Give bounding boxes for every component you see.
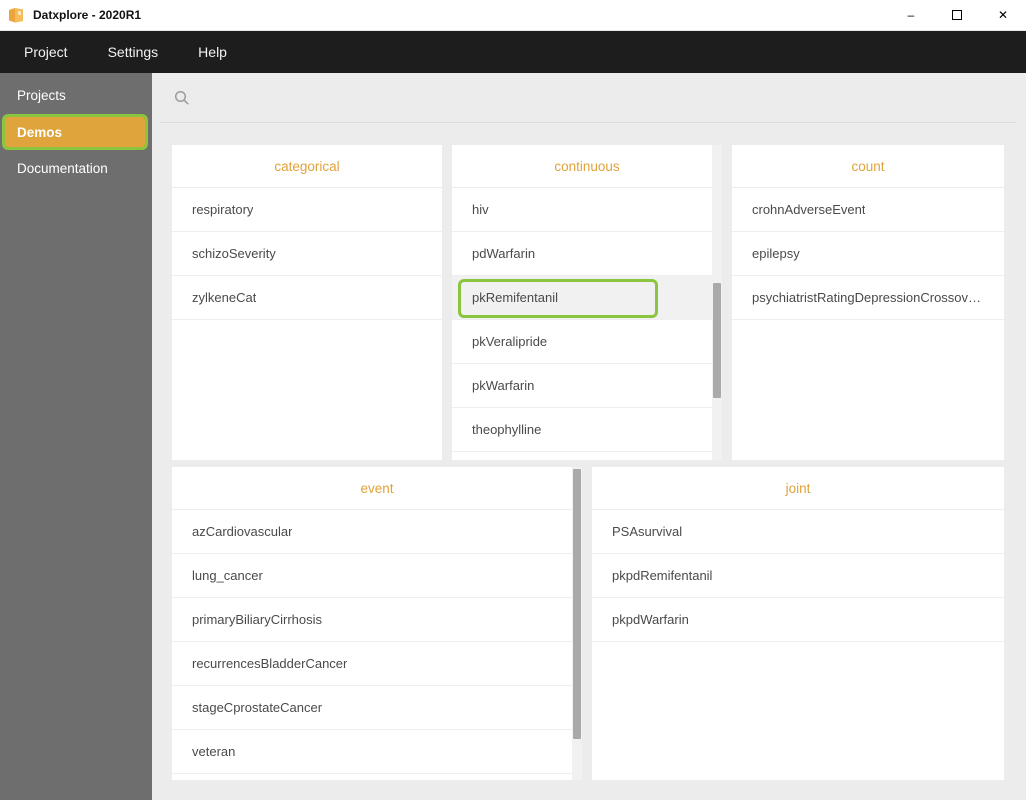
dataset-item[interactable]: veteran [172, 730, 582, 774]
panel-joint: joint PSAsurvival pkpdRemifentanil pkpdW… [592, 467, 1004, 780]
dataset-item[interactable]: epilepsy [732, 232, 1004, 276]
panel-event-title: event [172, 467, 582, 510]
dataset-item[interactable]: psychiatristRatingDepressionCrossover… [732, 276, 1004, 320]
sidebar: Projects Demos Documentation [0, 73, 152, 800]
dataset-item[interactable]: pkpdRemifentanil [592, 554, 1004, 598]
search-input[interactable] [200, 90, 800, 105]
dataset-item[interactable]: PSAsurvival [592, 510, 1004, 554]
panel-categorical-title: categorical [172, 145, 442, 188]
continuous-scrollbar[interactable] [712, 145, 722, 460]
menu-settings[interactable]: Settings [88, 31, 179, 73]
event-scrollbar[interactable] [572, 467, 582, 780]
panel-event: event azCardiovascular lung_cancer prima… [172, 467, 582, 780]
dataset-item[interactable]: respiratory [172, 188, 442, 232]
dataset-label: primaryBiliaryCirrhosis [192, 612, 322, 627]
dataset-item[interactable]: pdWarfarin [452, 232, 722, 276]
dataset-label: pkRemifentanil [472, 290, 558, 305]
dataset-item[interactable]: schizoSeverity [172, 232, 442, 276]
dataset-label: theophylline [472, 422, 541, 437]
panel-joint-title: joint [592, 467, 1004, 510]
dataset-item[interactable]: pkWarfarin [452, 364, 722, 408]
dataset-label: pkpdWarfarin [612, 612, 689, 627]
dataset-item[interactable]: recurrencesBladderCancer [172, 642, 582, 686]
dataset-item[interactable]: pkpdWarfarin [592, 598, 1004, 642]
maximize-button[interactable] [934, 0, 980, 30]
dataset-label: pkpdRemifentanil [612, 568, 712, 583]
maximize-icon [952, 10, 962, 20]
dataset-label: crohnAdverseEvent [752, 202, 865, 217]
main-content: categorical respiratory schizoSeverity z… [152, 73, 1026, 800]
dataset-label: pkVeralipride [472, 334, 547, 349]
dataset-label: recurrencesBladderCancer [192, 656, 347, 671]
dataset-label: azCardiovascular [192, 524, 292, 539]
dataset-label: zylkeneCat [192, 290, 256, 305]
dataset-label: psychiatristRatingDepressionCrossover… [752, 290, 984, 305]
panel-continuous-title: continuous [452, 145, 722, 188]
dataset-item[interactable]: pkVeralipride [452, 320, 722, 364]
dataset-label: PSAsurvival [612, 524, 682, 539]
dataset-label: respiratory [192, 202, 253, 217]
dataset-item[interactable]: lung_cancer [172, 554, 582, 598]
dataset-label: lung_cancer [192, 568, 263, 583]
menubar: Project Settings Help [0, 31, 1026, 73]
dataset-label: pkWarfarin [472, 378, 534, 393]
panel-count-title: count [732, 145, 1004, 188]
titlebar: Datxplore - 2020R1 – ✕ [0, 0, 1026, 31]
dataset-item-pkremifentanil[interactable]: pkRemifentanil [452, 276, 722, 320]
dataset-label: epilepsy [752, 246, 800, 261]
close-button[interactable]: ✕ [980, 0, 1026, 30]
dataset-label: stageCprostateCancer [192, 700, 322, 715]
dataset-item[interactable]: stageCprostateCancer [172, 686, 582, 730]
scrollbar-thumb[interactable] [573, 469, 581, 739]
dataset-item[interactable]: azCardiovascular [172, 510, 582, 554]
dataset-item[interactable]: hiv [452, 188, 722, 232]
dataset-item[interactable]: theophylline [452, 408, 722, 452]
sidebar-item-demos[interactable]: Demos [2, 114, 148, 150]
panel-count: count crohnAdverseEvent epilepsy psychia… [732, 145, 1004, 460]
search-bar [160, 73, 1016, 123]
dataset-label: hiv [472, 202, 489, 217]
minimize-button[interactable]: – [888, 0, 934, 30]
panel-categorical: categorical respiratory schizoSeverity z… [172, 145, 442, 460]
sidebar-item-projects[interactable]: Projects [0, 77, 152, 114]
menu-project[interactable]: Project [0, 31, 88, 73]
search-icon [174, 90, 190, 106]
dataset-item[interactable]: zylkeneCat [172, 276, 442, 320]
dataset-item[interactable]: primaryBiliaryCirrhosis [172, 598, 582, 642]
app-icon [8, 7, 26, 23]
dataset-label: pdWarfarin [472, 246, 535, 261]
sidebar-item-documentation[interactable]: Documentation [0, 150, 152, 187]
dataset-label: veteran [192, 744, 235, 759]
dataset-item[interactable]: crohnAdverseEvent [732, 188, 1004, 232]
scrollbar-thumb[interactable] [713, 283, 721, 398]
menu-help[interactable]: Help [178, 31, 247, 73]
window-title: Datxplore - 2020R1 [33, 8, 141, 22]
window-controls: – ✕ [888, 0, 1026, 30]
dataset-label: schizoSeverity [192, 246, 276, 261]
panel-continuous: continuous hiv pdWarfarin pkRemifentanil… [452, 145, 722, 460]
